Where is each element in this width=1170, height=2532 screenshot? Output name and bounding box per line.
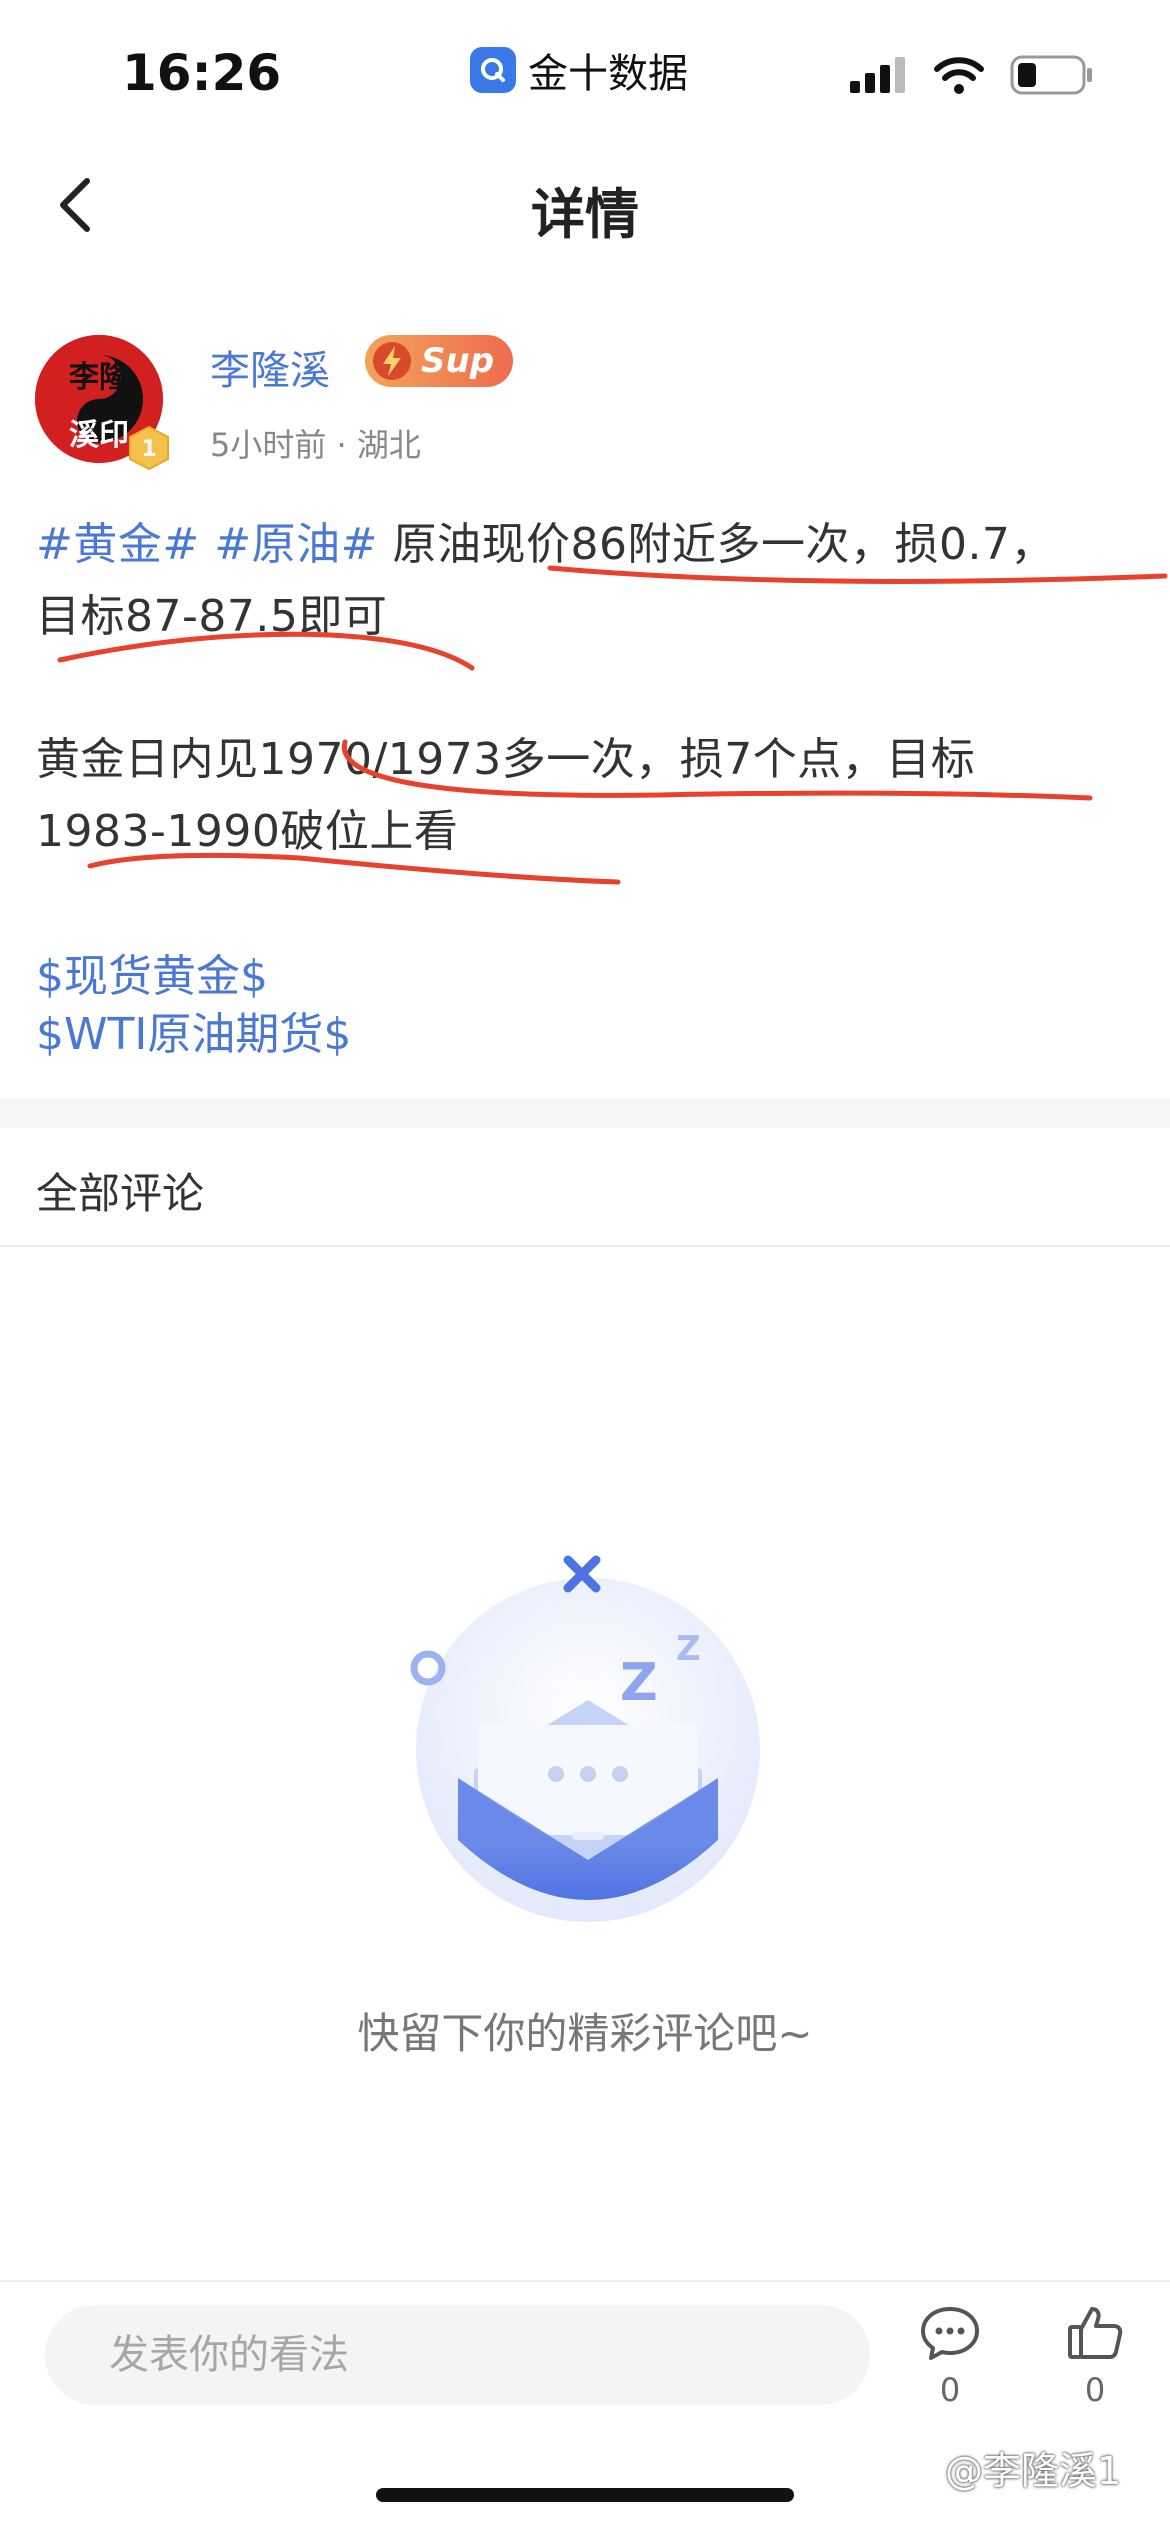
- svg-text:Z: Z: [676, 1629, 701, 1669]
- watermark: @李隆溪1: [945, 2449, 1122, 2493]
- wifi-icon: [934, 57, 984, 94]
- sup-badge: Sup: [365, 335, 513, 387]
- level-number: 1: [141, 437, 156, 462]
- stock-tag-spot-gold[interactable]: $现货黄金$: [36, 940, 268, 1004]
- thumbs-up-icon: [1068, 2307, 1123, 2359]
- avatar-text-bottom: 溪印: [69, 418, 129, 453]
- battery-icon: [1010, 55, 1092, 95]
- status-app-indicator[interactable]: 金十数据: [470, 40, 688, 100]
- level-badge: 1: [128, 425, 170, 471]
- comments-heading: 全部评论: [36, 1169, 205, 1218]
- lightning-icon: [373, 342, 411, 380]
- like-count-button[interactable]: 0: [1050, 2305, 1140, 2409]
- author-name[interactable]: 李隆溪: [210, 338, 330, 396]
- post-text-line-4: 1983-1990破位上看: [36, 806, 459, 857]
- sup-badge-text: Sup: [421, 341, 495, 381]
- status-time: 16:26: [122, 44, 282, 102]
- empty-mailbox-illustration: Z Z: [410, 1555, 760, 1922]
- status-indicators: [850, 55, 1094, 95]
- avatar-text-top: 李隆: [69, 360, 130, 395]
- stock-tag-wti-oil[interactable]: $WTI原油期货$: [36, 998, 351, 1062]
- topic-tag-gold[interactable]: #黄金#: [36, 519, 200, 570]
- post-text-line-3: 黄金日内见1970/1973多一次，损7个点，目标: [36, 734, 976, 785]
- comment-input[interactable]: [45, 2305, 870, 2405]
- section-divider: [0, 1098, 1170, 1128]
- post-line-1: #黄金# #原油# 原油现价86附近多一次，损0.7，: [36, 508, 1055, 572]
- post-meta: 5小时前 · 湖北: [210, 426, 421, 464]
- post-text-line-1: 原油现价86附近多一次，损0.7，: [392, 519, 1055, 570]
- svg-text:Z: Z: [620, 1653, 658, 1713]
- topic-tag-oil[interactable]: #原油#: [214, 519, 378, 570]
- signal-icon: [850, 57, 905, 93]
- comment-count-button[interactable]: 0: [905, 2305, 995, 2409]
- comment-bubble-icon: [921, 2307, 979, 2360]
- app-logo-icon: [470, 47, 516, 93]
- bottom-bar-divider: [0, 2280, 1170, 2282]
- page-title: 详情: [531, 183, 639, 246]
- home-indicator: [376, 2488, 794, 2502]
- empty-comments-text: 快留下你的精彩评论吧~: [357, 2009, 813, 2058]
- post-text-line-2: 目标87-87.5即可: [36, 591, 388, 642]
- comment-count: 0: [939, 2371, 961, 2409]
- status-app-label: 金十数据: [528, 51, 688, 97]
- like-count: 0: [1084, 2371, 1106, 2409]
- comments-divider: [0, 1245, 1170, 1247]
